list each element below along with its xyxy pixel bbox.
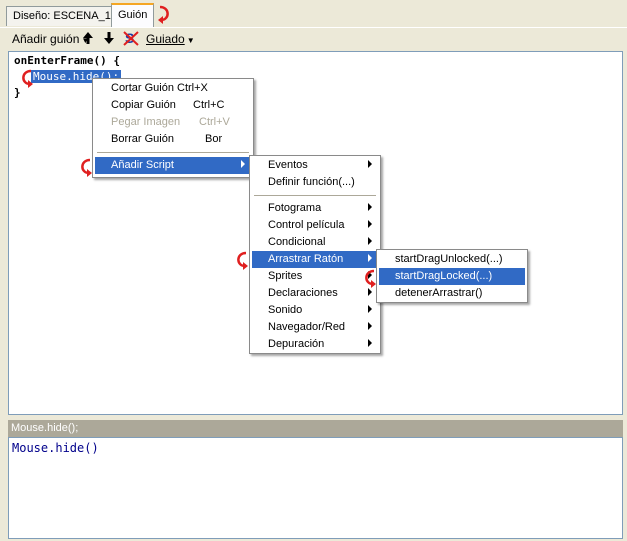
menu-item-cut[interactable]: Cortar Guión Ctrl+X [95,80,251,97]
menu-item-shortcut: Ctrl+C [193,99,225,111]
move-down-button[interactable] [103,30,115,49]
red-annotation-arrow-icon [365,269,376,288]
arrow-down-icon [104,32,114,44]
submenu-arrow-icon [241,160,245,168]
add-script-dropdown[interactable]: Añadir guión ▼ [12,32,89,46]
red-annotation-arrow-icon [22,69,33,88]
menu-item-label: Fotograma [268,202,322,214]
menu-item-frame[interactable]: Fotograma [252,200,378,217]
menu-item-label: startDragUnlocked(...) [395,253,503,265]
mouse-drag-submenu: startDragUnlocked(...) startDragLocked(.… [376,249,528,303]
menu-item-label: Depuración [268,338,325,350]
selected-line-header: Mouse.hide(); [8,420,623,437]
menu-item-label: Sprites [268,270,303,282]
menu-item-start-drag-locked[interactable]: startDragLocked(...) [379,268,525,285]
menu-item-debug[interactable]: Depuración [252,336,378,353]
guided-label: Guiado [146,32,185,46]
arrow-up-icon [83,32,93,44]
syntax-check-icon: S [123,30,139,46]
menu-item-delete[interactable]: Borrar Guión Bor [95,131,251,148]
menu-item-label: Borrar Guión [111,133,174,145]
menu-item-start-drag-unlocked[interactable]: startDragUnlocked(...) [379,251,525,268]
menu-item-sound[interactable]: Sonido [252,302,378,319]
submenu-arrow-icon [368,339,372,347]
menu-item-shortcut: Bor [205,133,223,145]
tab-design-label: Diseño: ESCENA_1 [13,10,111,22]
move-up-button[interactable] [82,30,94,49]
red-annotation-arrow-icon [81,158,92,177]
menu-item-label: startDragLocked(...) [395,270,493,282]
menu-item-copy[interactable]: Copiar Guión Ctrl+C [95,97,251,114]
menu-item-label: Cortar Guión [111,82,174,94]
toolbar: Añadir guión▼ S Guiado▼ [0,27,627,51]
menu-item-movie-control[interactable]: Control película [252,217,378,234]
line-edit-code[interactable]: Mouse.hide() [12,441,99,455]
menu-item-define-function[interactable]: Definir función(...) [252,174,378,191]
submenu-arrow-icon [368,254,372,262]
menu-item-add-script[interactable]: Añadir Script [95,157,251,174]
menu-item-label: Declaraciones [268,287,338,299]
tab-design[interactable]: Diseño: ESCENA_1 [6,6,118,26]
guided-dropdown[interactable]: Guiado ▼ [146,32,195,46]
menu-item-label: Añadir Script [111,159,174,171]
code-line-1: onEnterFrame() { [14,54,120,67]
context-menu: Cortar Guión Ctrl+X Copiar Guión Ctrl+C … [92,78,254,178]
menu-item-events[interactable]: Eventos [252,157,378,174]
submenu-arrow-icon [368,288,372,296]
menu-item-label: Condicional [268,236,326,248]
menu-item-label: detenerArrastrar() [395,287,483,299]
submenu-arrow-icon [368,160,372,168]
menu-separator [97,152,249,153]
tab-bar: Diseño: ESCENA_1 Guión [0,0,627,28]
red-annotation-arrow-icon [237,251,248,270]
menu-item-label: Pegar Imagen [111,116,181,128]
menu-item-conditional[interactable]: Condicional [252,234,378,251]
menu-item-shortcut: Ctrl+V [199,116,230,128]
tab-script[interactable]: Guión [111,3,155,27]
submenu-arrow-icon [368,322,372,330]
menu-item-stop-drag[interactable]: detenerArrastrar() [379,285,525,302]
menu-item-paste-image: Pegar Imagen Ctrl+V [95,114,251,131]
submenu-arrow-icon [368,203,372,211]
red-annotation-arrow-icon [158,5,169,24]
menu-separator [254,195,376,196]
menu-item-declarations[interactable]: Declaraciones [252,285,378,302]
menu-item-label: Sonido [268,304,303,316]
menu-item-label: Control película [268,219,345,231]
menu-item-label: Definir función(...) [268,176,355,188]
menu-item-mouse-drag[interactable]: Arrastrar Ratón [252,251,378,268]
add-script-label: Añadir guión [12,32,80,46]
menu-item-label: Arrastrar Ratón [268,253,344,265]
menu-item-label: Copiar Guión [111,99,176,111]
submenu-arrow-icon [368,220,372,228]
line-edit-pane[interactable]: Mouse.hide() [8,437,623,539]
add-script-submenu: Eventos Definir función(...) Fotograma C… [249,155,381,354]
tab-script-label: Guión [118,9,148,21]
menu-item-label: Eventos [268,159,308,171]
submenu-arrow-icon [368,237,372,245]
menu-item-browser-network[interactable]: Navegador/Red [252,319,378,336]
menu-item-label: Navegador/Red [268,321,346,333]
chevron-down-icon: ▼ [186,36,195,45]
menu-item-shortcut: Ctrl+X [177,82,208,94]
submenu-arrow-icon [368,305,372,313]
menu-item-sprites[interactable]: Sprites [252,268,378,285]
syntax-check-button[interactable]: S [122,29,140,50]
